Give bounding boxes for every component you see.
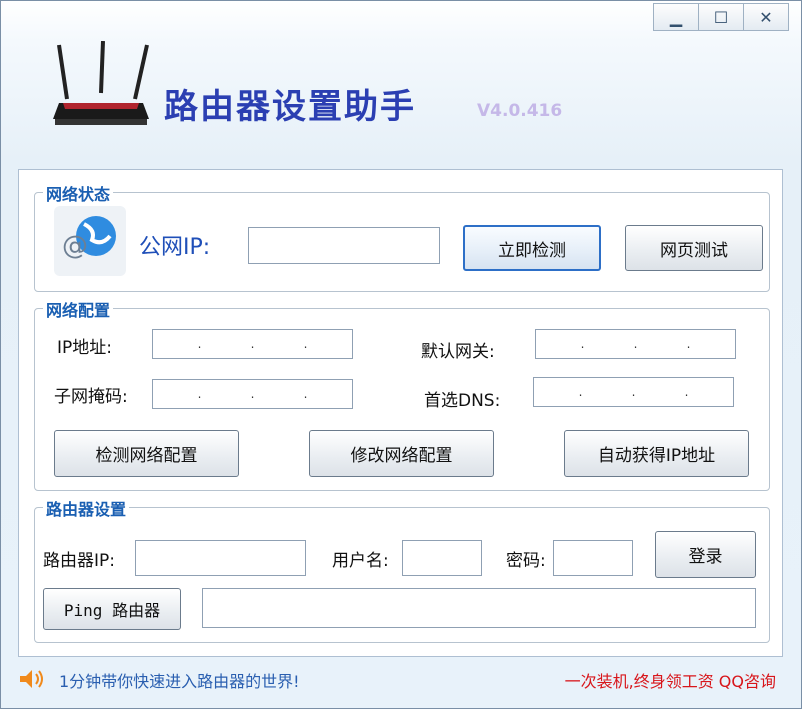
app-title: 路由器设置助手 bbox=[164, 87, 416, 127]
ping-router-button[interactable]: Ping 路由器 bbox=[43, 588, 181, 630]
app-window: ▁ ☐ ✕ 路由器设置助手 V4.0.416 网络状态 @ 公网IP: 立即检测… bbox=[0, 0, 802, 709]
dns-label: 首选DNS: bbox=[424, 391, 501, 411]
router-ip-field[interactable] bbox=[135, 540, 306, 576]
public-ip-field[interactable] bbox=[248, 227, 440, 264]
gateway-field[interactable]: ... bbox=[535, 329, 736, 359]
ping-output-field[interactable] bbox=[202, 588, 756, 628]
network-config-group: 网络配置 IP地址: ... 默认网关: ... 子网掩码: ... 首选DNS… bbox=[34, 297, 770, 491]
router-settings-group: 路由器设置 路由器IP: 用户名: 密码: 登录 Ping 路由器 bbox=[34, 496, 770, 643]
main-panel: 网络状态 @ 公网IP: 立即检测 网页测试 网络配置 IP地址: ... 默认… bbox=[18, 169, 783, 657]
gateway-label: 默认网关: bbox=[421, 342, 495, 362]
svg-text:@: @ bbox=[62, 231, 88, 261]
maximize-icon[interactable]: ☐ bbox=[698, 3, 744, 31]
check-config-button[interactable]: 检测网络配置 bbox=[54, 430, 239, 477]
footer-slogan: 1分钟带你快速进入路由器的世界! bbox=[59, 672, 300, 691]
ip-address-field[interactable]: ... bbox=[152, 329, 353, 359]
dns-field[interactable]: ... bbox=[533, 377, 734, 407]
password-field[interactable] bbox=[553, 540, 633, 576]
app-version: V4.0.416 bbox=[477, 101, 563, 121]
globe-mail-icon: @ bbox=[54, 206, 126, 276]
username-field[interactable] bbox=[402, 540, 482, 576]
group-title-config: 网络配置 bbox=[43, 297, 114, 321]
ip-address-label: IP地址: bbox=[57, 338, 112, 358]
auto-ip-button[interactable]: 自动获得IP地址 bbox=[564, 430, 749, 477]
subnet-mask-field[interactable]: ... bbox=[152, 379, 353, 409]
speaker-icon bbox=[20, 670, 43, 688]
network-status-group: 网络状态 @ 公网IP: 立即检测 网页测试 bbox=[34, 181, 770, 292]
public-ip-label: 公网IP: bbox=[139, 235, 211, 260]
close-icon[interactable]: ✕ bbox=[743, 3, 789, 31]
router-logo-icon bbox=[53, 41, 149, 125]
check-now-button[interactable]: 立即检测 bbox=[463, 225, 601, 271]
web-test-button[interactable]: 网页测试 bbox=[625, 225, 763, 271]
password-label: 密码: bbox=[506, 551, 546, 571]
group-title-router: 路由器设置 bbox=[43, 496, 130, 520]
footer-ad-link[interactable]: 一次装机,终身领工资 QQ咨询 bbox=[565, 668, 776, 692]
group-title-status: 网络状态 bbox=[43, 181, 114, 205]
username-label: 用户名: bbox=[332, 551, 389, 571]
router-ip-label: 路由器IP: bbox=[43, 551, 115, 571]
subnet-mask-label: 子网掩码: bbox=[54, 387, 128, 407]
minimize-icon[interactable]: ▁ bbox=[653, 3, 699, 31]
window-controls: ▁ ☐ ✕ bbox=[653, 3, 789, 31]
modify-config-button[interactable]: 修改网络配置 bbox=[309, 430, 494, 477]
login-button[interactable]: 登录 bbox=[655, 531, 756, 578]
